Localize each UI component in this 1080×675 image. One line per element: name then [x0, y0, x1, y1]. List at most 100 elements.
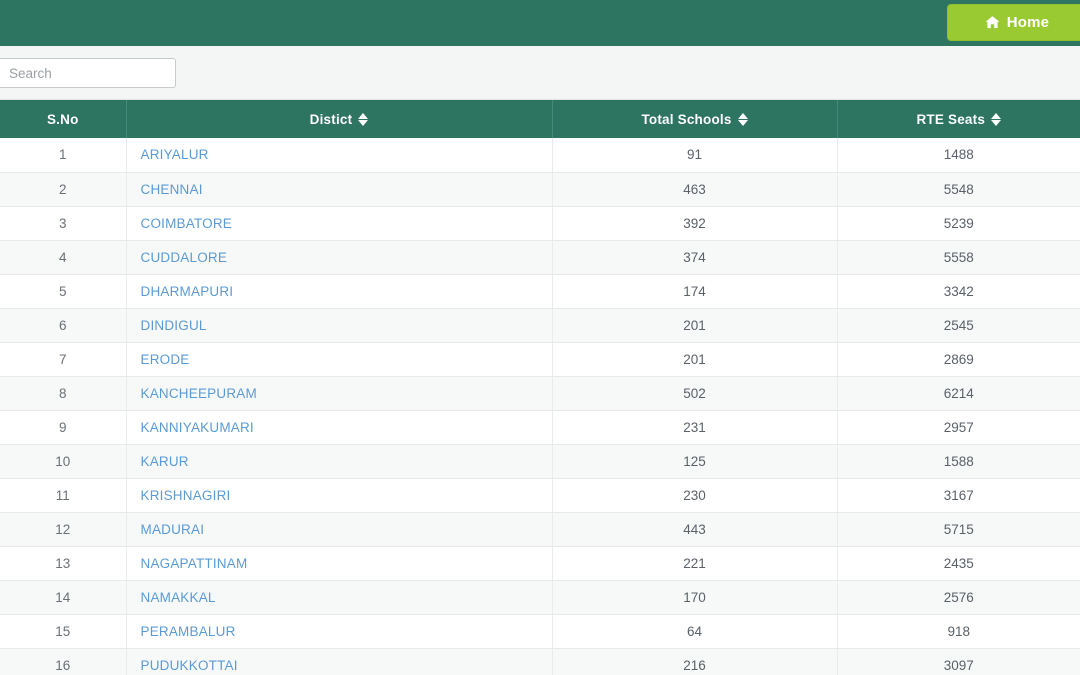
table-row: 2 CHENNAI 463 5548	[0, 172, 1080, 207]
cell-rte-seats: 918	[837, 614, 1080, 649]
cell-total-schools: 443	[552, 512, 838, 547]
district-link[interactable]: PERAMBALUR	[141, 624, 236, 639]
cell-rte-seats: 5558	[837, 240, 1080, 275]
cell-rte-seats: 3097	[837, 648, 1080, 675]
column-header-sno[interactable]: S.No	[0, 100, 127, 138]
district-link[interactable]: NAMAKKAL	[141, 590, 216, 605]
table-row: 16 PUDUKKOTTAI 216 3097	[0, 648, 1080, 675]
cell-district: ERODE	[126, 342, 553, 377]
search-toolbar	[0, 46, 1080, 100]
table-body: 1 ARIYALUR 91 1488 2 CHENNAI 463 5548 3 COIMBATOR…	[0, 138, 1080, 675]
cell-sno: 13	[0, 546, 127, 581]
district-link[interactable]: COIMBATORE	[141, 216, 233, 231]
cell-sno: 15	[0, 614, 127, 649]
cell-district: DINDIGUL	[126, 308, 553, 343]
sort-icon-total-schools[interactable]	[737, 112, 748, 126]
cell-sno: 11	[0, 478, 127, 513]
cell-district: NAGAPATTINAM	[126, 546, 553, 581]
home-button[interactable]: Home	[947, 4, 1080, 41]
cell-sno: 1	[0, 138, 127, 173]
search-input[interactable]	[0, 58, 176, 88]
cell-total-schools: 125	[552, 444, 838, 479]
column-header-total-schools[interactable]: Total Schools	[552, 100, 838, 138]
cell-district: CUDDALORE	[126, 240, 553, 275]
column-header-rte-seats[interactable]: RTE Seats	[837, 100, 1080, 138]
table-row: 10 KARUR 125 1588	[0, 444, 1080, 479]
table-row: 13 NAGAPATTINAM 221 2435	[0, 546, 1080, 581]
cell-total-schools: 64	[552, 614, 838, 649]
cell-rte-seats: 3167	[837, 478, 1080, 513]
cell-district: MADURAI	[126, 512, 553, 547]
cell-sno: 7	[0, 342, 127, 377]
cell-sno: 6	[0, 308, 127, 343]
home-icon	[985, 15, 1000, 30]
sort-icon-district[interactable]	[358, 112, 369, 126]
table-container: S.No Distict Total Schools RTE Seats 1 A…	[0, 100, 1080, 675]
cell-sno: 4	[0, 240, 127, 275]
table-row: 6 DINDIGUL 201 2545	[0, 308, 1080, 343]
cell-total-schools: 201	[552, 342, 838, 377]
column-header-rte-seats-label: RTE Seats	[916, 111, 986, 127]
districts-table: S.No Distict Total Schools RTE Seats 1 A…	[0, 100, 1080, 675]
district-link[interactable]: MADURAI	[141, 522, 205, 537]
column-header-sno-label: S.No	[46, 111, 79, 127]
home-button-label: Home	[1006, 14, 1050, 31]
district-link[interactable]: NAGAPATTINAM	[141, 556, 248, 571]
cell-district: COIMBATORE	[126, 206, 553, 241]
table-row: 9 KANNIYAKUMARI 231 2957	[0, 410, 1080, 445]
table-row: 8 KANCHEEPURAM 502 6214	[0, 376, 1080, 411]
table-row: 15 PERAMBALUR 64 918	[0, 614, 1080, 649]
district-link[interactable]: DINDIGUL	[141, 318, 207, 333]
cell-district: NAMAKKAL	[126, 580, 553, 615]
cell-district: PUDUKKOTTAI	[126, 648, 553, 675]
district-link[interactable]: KANNIYAKUMARI	[141, 420, 254, 435]
sort-icon-rte-seats[interactable]	[991, 112, 1002, 126]
cell-rte-seats: 2435	[837, 546, 1080, 581]
cell-total-schools: 231	[552, 410, 838, 445]
cell-district: KARUR	[126, 444, 553, 479]
table-row: 11 KRISHNAGIRI 230 3167	[0, 478, 1080, 513]
table-row: 5 DHARMAPURI 174 3342	[0, 274, 1080, 309]
district-link[interactable]: CUDDALORE	[141, 250, 228, 265]
table-row: 14 NAMAKKAL 170 2576	[0, 580, 1080, 615]
cell-sno: 10	[0, 444, 127, 479]
cell-rte-seats: 2576	[837, 580, 1080, 615]
top-navbar: Home	[0, 0, 1080, 46]
cell-rte-seats: 6214	[837, 376, 1080, 411]
cell-total-schools: 230	[552, 478, 838, 513]
cell-sno: 16	[0, 648, 127, 675]
cell-total-schools: 216	[552, 648, 838, 675]
cell-total-schools: 392	[552, 206, 838, 241]
cell-total-schools: 374	[552, 240, 838, 275]
cell-total-schools: 502	[552, 376, 838, 411]
cell-sno: 2	[0, 172, 127, 207]
cell-rte-seats: 2545	[837, 308, 1080, 343]
cell-district: CHENNAI	[126, 172, 553, 207]
cell-sno: 8	[0, 376, 127, 411]
district-link[interactable]: KRISHNAGIRI	[141, 488, 231, 503]
cell-total-schools: 201	[552, 308, 838, 343]
cell-district: KRISHNAGIRI	[126, 478, 553, 513]
district-link[interactable]: ARIYALUR	[141, 147, 209, 162]
cell-district: DHARMAPURI	[126, 274, 553, 309]
district-link[interactable]: CHENNAI	[141, 182, 203, 197]
table-row: 7 ERODE 201 2869	[0, 342, 1080, 377]
district-link[interactable]: PUDUKKOTTAI	[141, 658, 238, 673]
district-link[interactable]: KANCHEEPURAM	[141, 386, 257, 401]
column-header-district[interactable]: Distict	[126, 100, 553, 138]
district-link[interactable]: ERODE	[141, 352, 190, 367]
cell-rte-seats: 1588	[837, 444, 1080, 479]
cell-district: KANCHEEPURAM	[126, 376, 553, 411]
district-link[interactable]: DHARMAPURI	[141, 284, 234, 299]
cell-district: PERAMBALUR	[126, 614, 553, 649]
cell-rte-seats: 1488	[837, 138, 1080, 173]
cell-rte-seats: 2957	[837, 410, 1080, 445]
table-row: 4 CUDDALORE 374 5558	[0, 240, 1080, 275]
cell-rte-seats: 5239	[837, 206, 1080, 241]
cell-total-schools: 221	[552, 546, 838, 581]
cell-rte-seats: 5715	[837, 512, 1080, 547]
district-link[interactable]: KARUR	[141, 454, 189, 469]
column-header-total-schools-label: Total Schools	[641, 111, 732, 127]
cell-total-schools: 174	[552, 274, 838, 309]
table-header-row: S.No Distict Total Schools RTE Seats	[0, 100, 1080, 138]
